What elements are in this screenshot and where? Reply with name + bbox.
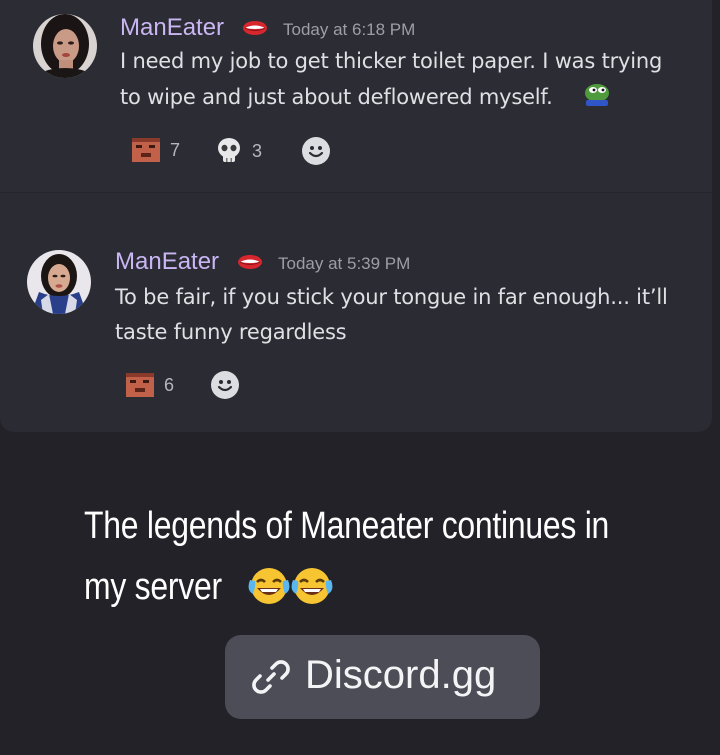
skull-icon [218, 138, 240, 162]
reaction-button[interactable]: 6 [126, 370, 174, 400]
face-emoji-icon [126, 373, 154, 397]
caption-line: my server [84, 566, 222, 608]
message-text-line: to wipe and just about deflowered myself… [120, 85, 553, 109]
reaction-button[interactable]: 3 [216, 136, 262, 166]
message-divider [0, 192, 712, 193]
laughing-emoji-icon [291, 568, 333, 604]
username[interactable]: ManEater [115, 248, 219, 276]
lips-icon [243, 21, 267, 35]
laughing-emoji-icon [248, 568, 290, 604]
face-emoji-icon [132, 138, 160, 162]
reaction-count: 6 [164, 374, 175, 395]
add-reaction-icon[interactable] [302, 137, 330, 165]
discord-link-button[interactable]: Discord.gg [225, 635, 540, 719]
message-text-line: To be fair, if you stick your tongue in … [115, 285, 668, 309]
avatar[interactable] [27, 250, 91, 314]
reaction-button[interactable]: 7 [132, 135, 180, 165]
timestamp: Today at 5:39 PM [278, 254, 411, 273]
pepe-emoji-icon [585, 84, 609, 106]
username[interactable]: ManEater [120, 14, 224, 42]
add-reaction-icon[interactable] [211, 371, 239, 399]
message-card: ManEater Today at 6:18 PM I need my job … [0, 0, 712, 432]
reaction-count: 7 [170, 139, 181, 160]
message-text-line: I need my job to get thicker toilet pape… [120, 49, 663, 73]
message-text-line: taste funny regardless [115, 320, 347, 344]
discord-link-label: Discord.gg [305, 653, 497, 697]
link-icon [252, 660, 290, 694]
reaction-count: 3 [252, 140, 263, 161]
avatar[interactable] [33, 14, 97, 78]
timestamp: Today at 6:18 PM [283, 20, 416, 39]
caption-line: The legends of Maneater continues in [84, 505, 610, 547]
lips-icon [238, 255, 262, 269]
